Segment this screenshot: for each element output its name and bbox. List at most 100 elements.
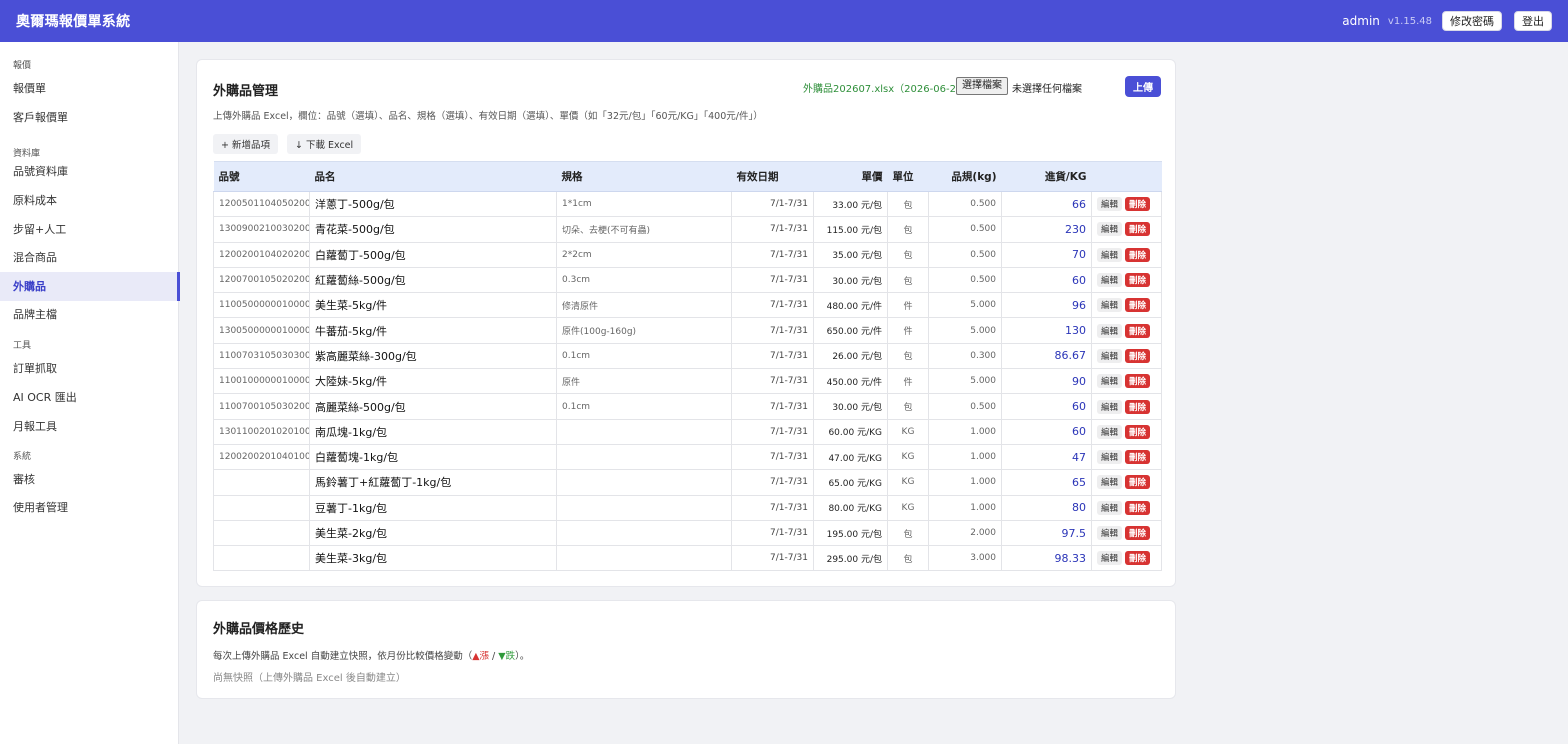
history-desc-text: 每次上傳外購品 Excel 自動建立快照，依月份比較價格變動（: [213, 651, 473, 662]
sidebar-item[interactable]: AI OCR 匯出: [0, 383, 179, 412]
cell-date: 7/1-7/31: [731, 368, 814, 395]
cell-code: [213, 545, 310, 572]
cell-price: 60.00 元/KG: [813, 419, 888, 445]
edit-button[interactable]: 編輯: [1097, 475, 1123, 490]
col-header-spec-kg: 品規(kg): [928, 161, 1002, 192]
sidebar-item[interactable]: 月報工具: [0, 412, 179, 441]
edit-button[interactable]: 編輯: [1097, 399, 1123, 414]
sidebar: 報價 報價單 客戶報價單 資料庫 品號資料庫 原料成本 步留+人工 混合商品 外購品 品牌主檔 工具…: [0, 42, 180, 744]
cell-actions: 編輯 刪除: [1091, 343, 1162, 370]
sidebar-item[interactable]: 客戶報價單: [0, 103, 179, 132]
cell-price: 26.00 元/包: [813, 343, 888, 370]
no-file-label: 未選擇任何檔案: [1012, 84, 1082, 95]
col-header-actions: [1091, 161, 1162, 192]
cell-actions: 編輯 刪除: [1091, 216, 1162, 243]
sidebar-item[interactable]: 訂單抓取: [0, 354, 179, 383]
cell-code: 1200700105020200: [213, 267, 310, 294]
cell-price: 47.00 元/KG: [813, 444, 888, 471]
cell-actions: 編輯 刪除: [1091, 444, 1162, 471]
edit-button[interactable]: 編輯: [1097, 298, 1123, 313]
add-item-button[interactable]: + 新增品項: [213, 134, 278, 154]
user-name: admin: [1342, 14, 1380, 28]
delete-button[interactable]: 刪除: [1125, 551, 1151, 566]
sidebar-item[interactable]: 步留+人工: [0, 215, 179, 244]
edit-button[interactable]: 編輯: [1097, 222, 1123, 237]
edit-button[interactable]: 編輯: [1097, 348, 1123, 363]
choose-file-button[interactable]: 選擇檔案: [956, 77, 1008, 95]
delete-button[interactable]: 刪除: [1125, 247, 1151, 262]
history-description: 每次上傳外購品 Excel 自動建立快照，依月份比較價格變動（▲漲 / ▼跌）。: [213, 648, 529, 662]
edit-button[interactable]: 編輯: [1097, 197, 1123, 212]
cell-code: 1100703105030300: [213, 343, 310, 370]
cell-spec-kg: 0.500: [928, 393, 1002, 420]
cell-name: 馬鈴薯丁+紅蘿蔔丁-1kg/包: [309, 469, 557, 496]
cell-date: 7/1-7/31: [731, 343, 814, 370]
delete-button[interactable]: 刪除: [1125, 323, 1151, 338]
edit-button[interactable]: 編輯: [1097, 323, 1123, 338]
sidebar-item[interactable]: 品號資料庫: [0, 157, 179, 186]
cell-actions: 編輯 刪除: [1091, 191, 1162, 218]
delete-button[interactable]: 刪除: [1125, 197, 1151, 212]
cell-actions: 編輯 刪除: [1091, 469, 1162, 496]
cell-spec: 0.1cm: [556, 393, 732, 420]
delete-button[interactable]: 刪除: [1125, 273, 1151, 288]
cell-price: 65.00 元/KG: [813, 469, 888, 496]
sidebar-item[interactable]: 使用者管理: [0, 493, 179, 522]
cell-unit: KG: [887, 495, 929, 521]
cell-name: 美生菜-3kg/包: [309, 545, 557, 572]
delete-button[interactable]: 刪除: [1125, 500, 1151, 515]
delete-button[interactable]: 刪除: [1125, 399, 1151, 414]
cell-code: 1300500000010000: [213, 317, 310, 344]
edit-button[interactable]: 編輯: [1097, 450, 1123, 465]
cell-actions: 編輯 刪除: [1091, 368, 1162, 395]
delete-button[interactable]: 刪除: [1125, 424, 1151, 439]
cell-price: 450.00 元/件: [813, 368, 888, 395]
delete-button[interactable]: 刪除: [1125, 298, 1151, 313]
current-file-name: 外購品202607.xlsx（2026-06-23）: [803, 84, 973, 95]
delete-button[interactable]: 刪除: [1125, 475, 1151, 490]
delete-button[interactable]: 刪除: [1125, 526, 1151, 540]
sidebar-item[interactable]: 原料成本: [0, 186, 179, 215]
cell-spec: 0.1cm: [556, 343, 732, 370]
cell-spec: 1*1cm: [556, 191, 732, 218]
sidebar-item[interactable]: 品牌主檔: [0, 300, 179, 329]
app-title: 奧爾瑪報價單系統: [16, 14, 131, 30]
delete-button[interactable]: 刪除: [1125, 450, 1151, 465]
purchase-table: 品號 品名 規格 有效日期 單價 單位 品規(kg) 進貨/KG 1200501…: [213, 161, 1162, 572]
cell-spec-kg: 0.500: [928, 191, 1002, 218]
cell-unit: 包: [887, 242, 929, 268]
sidebar-item[interactable]: 審核: [0, 465, 179, 494]
cell-code: 1301100201020100: [213, 419, 310, 445]
logout-button[interactable]: 登出: [1514, 11, 1552, 31]
edit-button[interactable]: 編輯: [1097, 551, 1123, 566]
cell-per-kg: 86.67: [1001, 343, 1092, 370]
col-header-name: 品名: [309, 161, 557, 192]
sidebar-item[interactable]: 報價單: [0, 74, 179, 103]
edit-button[interactable]: 編輯: [1097, 273, 1123, 288]
edit-button[interactable]: 編輯: [1097, 500, 1123, 515]
cell-price: 30.00 元/包: [813, 393, 888, 420]
sidebar-group-label: 報價: [13, 61, 32, 71]
edit-button[interactable]: 編輯: [1097, 526, 1123, 540]
sidebar-item[interactable]: 混合商品: [0, 243, 179, 272]
change-password-button[interactable]: 修改密碼: [1442, 11, 1502, 31]
edit-button[interactable]: 編輯: [1097, 374, 1123, 389]
edit-button[interactable]: 編輯: [1097, 424, 1123, 439]
cell-name: 紅蘿蔔絲-500g/包: [309, 267, 557, 294]
upload-button[interactable]: 上傳: [1125, 76, 1161, 97]
cell-per-kg: 96: [1001, 292, 1092, 319]
table-row: 1100500000010000 美生菜-5kg/件 修清原件 7/1-7/31 480…: [213, 292, 1162, 319]
cell-unit: 件: [887, 292, 929, 319]
cell-unit: 包: [887, 267, 929, 294]
cell-spec-kg: 2.000: [928, 520, 1002, 547]
delete-button[interactable]: 刪除: [1125, 222, 1151, 237]
delete-button[interactable]: 刪除: [1125, 348, 1151, 363]
cell-per-kg: 70: [1001, 242, 1092, 268]
cell-date: 7/1-7/31: [731, 216, 814, 243]
edit-button[interactable]: 編輯: [1097, 247, 1123, 262]
sidebar-item[interactable]: 外購品: [0, 272, 180, 301]
delete-button[interactable]: 刪除: [1125, 374, 1151, 389]
cell-spec: [556, 520, 732, 547]
cell-price: 30.00 元/包: [813, 267, 888, 294]
download-excel-button[interactable]: ↓ 下載 Excel: [287, 134, 362, 154]
